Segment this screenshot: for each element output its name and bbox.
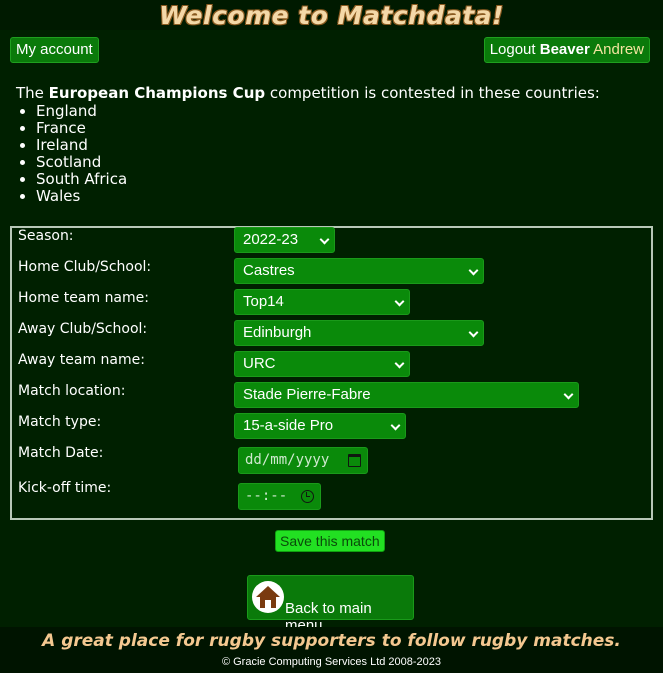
logout-label: Logout — [489, 41, 536, 58]
match-type-label: Match type: — [18, 414, 102, 430]
away-team-value: URC — [243, 355, 276, 372]
match-date-input[interactable]: dd/mm/yyyy — [238, 447, 368, 474]
season-value: 2022-23 — [243, 231, 299, 248]
user-first-name: Beaver — [539, 41, 590, 58]
chevron-down-icon — [563, 389, 574, 400]
country-list: England France Ireland Scotland South Af… — [0, 103, 127, 205]
competition-intro: The European Champions Cup competition i… — [16, 85, 600, 102]
away-team-select[interactable]: URC — [234, 351, 410, 377]
chevron-down-icon — [468, 265, 479, 276]
location-select[interactable]: Stade Pierre-Fabre — [234, 382, 579, 408]
logout-button[interactable]: Logout Beaver Andrew — [483, 37, 650, 63]
home-club-label: Home Club/School: — [18, 259, 152, 275]
home-club-select[interactable]: Castres — [234, 258, 484, 284]
home-club-value: Castres — [243, 262, 295, 279]
list-item: South Africa — [36, 171, 127, 188]
intro-suffix: competition is contested in these countr… — [265, 84, 600, 102]
chevron-down-icon — [468, 327, 479, 338]
home-team-label: Home team name: — [18, 290, 149, 306]
header-bar: Welcome to Matchdata! — [0, 0, 663, 30]
intro-prefix: The — [16, 84, 49, 102]
away-club-value: Edinburgh — [243, 324, 312, 341]
list-item: France — [36, 120, 127, 137]
list-item: Wales — [36, 188, 127, 205]
page-title: Welcome to Matchdata! — [159, 1, 504, 30]
chevron-down-icon — [394, 296, 405, 307]
kickoff-placeholder: --:-- — [245, 488, 288, 504]
home-team-value: Top14 — [243, 293, 284, 310]
away-team-label: Away team name: — [18, 352, 145, 368]
away-club-select[interactable]: Edinburgh — [234, 320, 484, 346]
home-team-select[interactable]: Top14 — [234, 289, 410, 315]
save-match-button[interactable]: Save this match — [275, 530, 385, 552]
match-date-label: Match Date: — [18, 445, 104, 461]
chevron-down-icon — [319, 234, 330, 245]
season-select[interactable]: 2022-23 — [234, 227, 335, 253]
season-label: Season: — [18, 228, 74, 244]
calendar-icon[interactable] — [348, 454, 361, 467]
away-club-label: Away Club/School: — [18, 321, 148, 337]
footer: A great place for rugby supporters to fo… — [0, 627, 663, 673]
copyright-text: © Gracie Computing Services Ltd 2008-202… — [221, 656, 442, 668]
match-type-select[interactable]: 15-a-side Pro — [234, 413, 406, 439]
kickoff-label: Kick-off time: — [18, 480, 112, 496]
back-to-main-menu-button[interactable]: Back to main menu — [247, 575, 414, 634]
location-value: Stade Pierre-Fabre — [243, 386, 371, 403]
match-date-placeholder: dd/mm/yyyy — [245, 452, 330, 468]
chevron-down-icon — [390, 420, 401, 431]
list-item: England — [36, 103, 127, 120]
clock-icon[interactable] — [301, 490, 314, 503]
user-last-name: Andrew — [593, 41, 644, 58]
home-icon — [252, 581, 284, 613]
competition-name: European Champions Cup — [48, 84, 266, 102]
location-label: Match location: — [18, 383, 126, 399]
list-item: Scotland — [36, 154, 127, 171]
footer-tagline: A great place for rugby supporters to fo… — [42, 631, 621, 651]
match-type-value: 15-a-side Pro — [243, 417, 334, 434]
kickoff-time-input[interactable]: --:-- — [238, 483, 321, 510]
chevron-down-icon — [394, 358, 405, 369]
my-account-button[interactable]: My account — [10, 37, 99, 63]
list-item: Ireland — [36, 137, 127, 154]
